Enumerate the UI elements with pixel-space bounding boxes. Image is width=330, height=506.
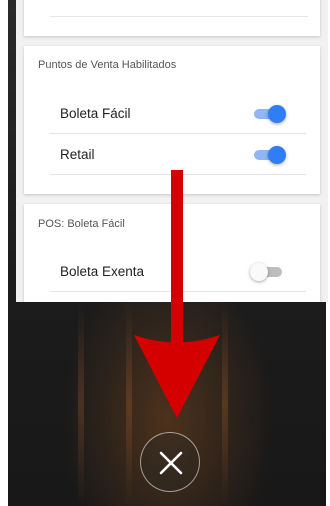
setting-row-retail[interactable]: Retail	[50, 135, 306, 175]
divider	[50, 133, 306, 134]
setting-row-boleta-facil[interactable]: Boleta Fácil	[50, 94, 306, 134]
boleta-exenta-toggle[interactable]	[250, 263, 284, 281]
arrow-down-icon	[134, 170, 220, 418]
setting-label: Retail	[60, 147, 95, 162]
section-title: Puntos de Venta Habilitados	[38, 59, 177, 71]
close-all-button[interactable]	[140, 432, 200, 492]
divider	[50, 16, 308, 17]
light-streak	[78, 300, 84, 506]
settings-section-top	[24, 0, 320, 36]
setting-label: Boleta Fácil	[60, 106, 131, 121]
close-icon	[159, 451, 183, 475]
boleta-facil-toggle[interactable]	[252, 105, 286, 123]
section-title: POS: Boleta Fácil	[38, 218, 125, 230]
app-switcher-screen: Puntos de Venta Habilitados Boleta Fácil…	[0, 0, 330, 506]
retail-toggle[interactable]	[252, 146, 286, 164]
light-streak	[222, 300, 228, 506]
